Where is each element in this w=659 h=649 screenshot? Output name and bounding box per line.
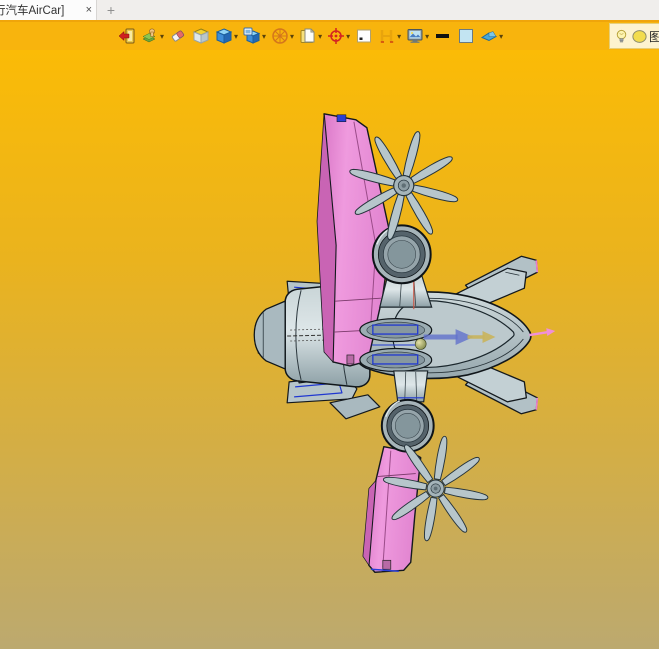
cube-button[interactable]: ▾ (214, 24, 239, 48)
frame-button[interactable] (354, 24, 374, 48)
dropdown-caret-icon[interactable]: ▾ (346, 32, 350, 41)
lower-duct[interactable] (380, 398, 435, 453)
clamp-button[interactable]: ▾ (377, 24, 402, 48)
nose-cone[interactable] (253, 300, 286, 370)
wheel-icon (272, 28, 288, 44)
origin-target-icon (328, 28, 345, 44)
render-monitor-icon (407, 29, 423, 43)
viewport-canvas[interactable] (0, 50, 659, 649)
dropdown-caret-icon[interactable]: ▾ (262, 32, 266, 41)
sketch-solid-icon (192, 28, 210, 44)
tail-axis-line (529, 330, 549, 337)
exit-icon (118, 28, 135, 44)
tab-bar: 行汽车AirCar] × + (0, 0, 659, 22)
material-icon (481, 31, 498, 42)
render-monitor-button[interactable]: ▾ (405, 24, 430, 48)
layer-label[interactable]: 图层 (649, 28, 659, 45)
document-tab[interactable]: 行汽车AirCar] × (0, 0, 97, 20)
frame-icon (357, 29, 372, 43)
bulb-icon[interactable] (613, 28, 630, 45)
material-button[interactable]: ▾ (479, 24, 504, 48)
tab-strip-empty (125, 0, 659, 20)
tab-close-icon[interactable]: × (86, 4, 92, 16)
clamp-icon (380, 30, 394, 43)
dropdown-caret-icon[interactable]: ▾ (160, 32, 164, 41)
line-width-button[interactable] (433, 24, 453, 48)
upper-duct[interactable] (371, 224, 432, 285)
wing-blue-marker (336, 114, 347, 123)
wheel-button[interactable]: ▾ (270, 24, 295, 48)
color-swatch-button[interactable] (456, 24, 476, 48)
dropdown-caret-icon[interactable]: ▾ (234, 32, 238, 41)
dropdown-caret-icon[interactable]: ▾ (318, 32, 322, 41)
aircar-model[interactable] (0, 50, 659, 649)
dropdown-caret-icon[interactable]: ▾ (290, 32, 294, 41)
exit-button[interactable] (117, 24, 137, 48)
color-swatch-icon (459, 29, 474, 43)
layer-circle-icon[interactable] (631, 28, 648, 45)
sketch-solid-button[interactable] (191, 24, 211, 48)
dropdown-caret-icon[interactable]: ▾ (397, 32, 401, 41)
main-toolbar: ▾ ▾ ▾ ▾ ▾ ▾ ▾ ▾ ▾ 图 (0, 22, 659, 50)
lower-pylon[interactable] (393, 370, 429, 403)
cube-display-icon (243, 27, 261, 44)
dropdown-caret-icon[interactable]: ▾ (425, 32, 429, 41)
cube-display-button[interactable]: ▾ (242, 24, 267, 48)
app-window: 行汽车AirCar] × + ▾ ▾ ▾ ▾ ▾ ▾ ▾ ▾ ▾ 图 (0, 0, 659, 649)
pick-layers-icon (142, 28, 156, 43)
eraser-icon (171, 30, 185, 42)
new-tab-button[interactable]: + (97, 0, 125, 20)
cube-icon (215, 28, 233, 44)
eraser-button[interactable] (168, 24, 188, 48)
document-icon (300, 28, 315, 43)
origin-sphere (414, 338, 427, 350)
layer-visibility-group: 图层 (608, 23, 659, 49)
origin-target-button[interactable]: ▾ (326, 24, 351, 48)
pick-layers-button[interactable]: ▾ (140, 24, 165, 48)
document-button[interactable]: ▾ (298, 24, 323, 48)
tab-title: 行汽车AirCar] (0, 5, 65, 17)
dropdown-caret-icon[interactable]: ▾ (499, 32, 503, 41)
line-width-icon (436, 34, 450, 38)
